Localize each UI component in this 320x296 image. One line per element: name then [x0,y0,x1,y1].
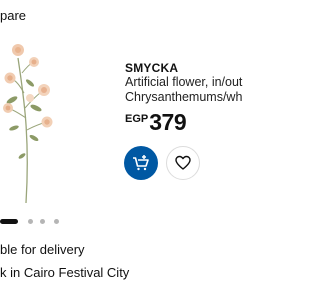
store-availability[interactable]: k in Cairo Festival City [0,265,129,280]
image-carousel-indicator [0,218,70,226]
add-to-cart-button[interactable] [124,146,158,180]
product-price: EGP 379 [125,109,187,136]
price-currency: EGP [125,113,149,125]
carousel-dot[interactable] [28,219,33,224]
carousel-dot[interactable] [40,219,45,224]
product-card: pare SMYCKA Artificial flower, in/out Ch… [0,0,247,296]
carousel-dot-active[interactable] [0,219,18,224]
compare-label[interactable]: pare [0,8,26,23]
product-description: Artificial flower, in/out Chrysanthemums… [125,75,242,105]
description-line-1: Artificial flower, in/out [125,75,243,89]
description-line-2: Chrysanthemums/wh [125,90,243,104]
cart-add-icon [133,155,149,171]
favourite-button[interactable] [166,146,200,180]
carousel-dot[interactable] [54,219,59,224]
product-name[interactable]: SMYCKA [125,61,178,75]
delivery-availability: ble for delivery [0,242,85,257]
price-amount: 379 [149,109,187,135]
product-image[interactable] [0,38,100,208]
heart-icon [175,155,191,170]
